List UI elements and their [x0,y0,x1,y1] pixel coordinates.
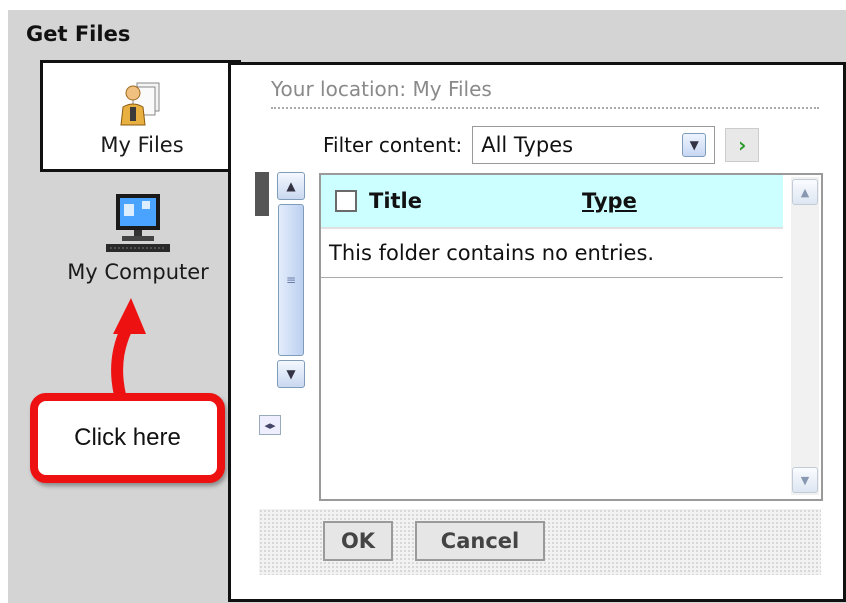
sidebar-item-my-computer[interactable]: My Computer [38,190,238,300]
sidebar-item-label: My Files [100,133,184,157]
select-all-checkbox[interactable] [335,190,357,212]
sidebar: My Files My Computer [8,60,241,603]
sidebar-item-my-files[interactable]: My Files [40,60,241,172]
side-scrollbar[interactable]: ▲ ≡ ▼ [277,172,307,402]
dialog-footer: OK Cancel [259,509,821,575]
column-type[interactable]: Type [582,189,637,213]
collapse-handle[interactable] [255,172,269,216]
list-header: Title Type [321,175,783,229]
column-title[interactable]: Title [369,189,422,213]
ok-button[interactable]: OK [323,521,393,561]
file-list: Title Type This folder contains no entri… [319,173,823,501]
scroll-down-icon[interactable]: ▼ [792,467,818,493]
filter-label: Filter content: [323,133,463,157]
scroll-up-icon[interactable]: ▲ [277,172,305,200]
user-files-icon [119,79,165,131]
cancel-button[interactable]: Cancel [415,521,545,561]
go-arrow-button[interactable]: › [725,128,760,162]
chevron-right-icon: › [738,133,747,157]
resize-handle-icon[interactable]: ◂▸ [259,415,281,435]
file-browser-panel: Your location: My Files Filter content: … [228,62,846,602]
location-breadcrumb: Your location: My Files [271,77,819,109]
filter-row: Filter content: All Types ▼ › [323,125,760,165]
dialog-title: Get Files [26,22,131,46]
empty-message: This folder contains no entries. [321,229,783,278]
computer-icon [102,192,174,260]
filter-select-value: All Types [481,133,574,157]
scrollbar-thumb[interactable]: ≡ [278,204,304,356]
chevron-down-icon[interactable]: ▼ [682,133,707,157]
sidebar-item-label: My Computer [67,260,209,284]
scroll-down-icon[interactable]: ▼ [277,360,305,388]
list-scrollbar[interactable]: ▲ ▼ [791,177,819,495]
callout-click-here: Click here [30,393,225,483]
filter-select[interactable]: All Types ▼ [472,126,716,164]
scroll-up-icon[interactable]: ▲ [792,179,818,205]
